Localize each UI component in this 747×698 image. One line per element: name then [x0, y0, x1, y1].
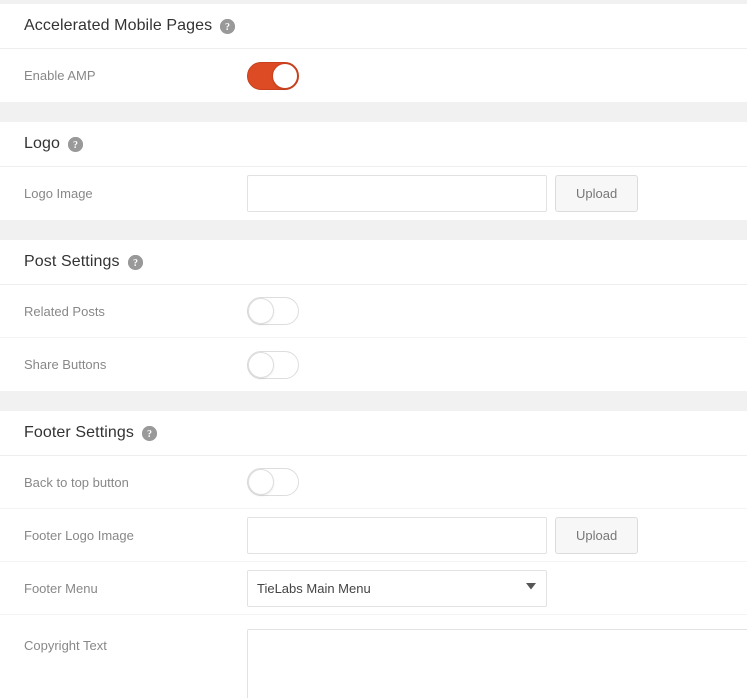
svg-text:?: ?: [133, 258, 138, 269]
label-copyright-text: Copyright Text: [24, 629, 247, 653]
settings-page: Accelerated Mobile Pages ? Enable AMP Lo…: [0, 0, 747, 698]
help-circle-icon[interactable]: ?: [128, 255, 143, 270]
row-footer-logo-image: Footer Logo Image Upload: [0, 509, 747, 562]
section-header-footer-settings: Footer Settings ?: [0, 411, 747, 456]
section-footer-settings: Footer Settings ? Back to top button Foo…: [0, 411, 747, 698]
label-logo-image: Logo Image: [24, 186, 247, 201]
help-circle-icon[interactable]: ?: [68, 137, 83, 152]
label-share-buttons: Share Buttons: [24, 357, 247, 372]
row-enable-amp: Enable AMP: [0, 49, 747, 102]
section-divider-3: [0, 391, 747, 411]
toggle-knob: [272, 63, 298, 89]
section-title-post-settings: Post Settings: [24, 253, 120, 271]
section-header-post-settings: Post Settings ?: [0, 240, 747, 285]
section-title-logo: Logo: [24, 135, 60, 153]
section-post-settings: Post Settings ? Related Posts Share Butt…: [0, 240, 747, 391]
logo-upload-button[interactable]: Upload: [555, 175, 638, 212]
footer-logo-image-input[interactable]: [247, 517, 547, 554]
svg-text:?: ?: [73, 140, 78, 151]
label-footer-menu: Footer Menu: [24, 581, 247, 596]
section-title-amp: Accelerated Mobile Pages: [24, 17, 212, 35]
toggle-related-posts[interactable]: [247, 297, 299, 325]
toggle-knob: [248, 469, 274, 495]
footer-menu-select[interactable]: TieLabs Main Menu: [247, 570, 547, 607]
toggle-enable-amp[interactable]: [247, 62, 299, 90]
label-related-posts: Related Posts: [24, 304, 247, 319]
section-divider-2: [0, 220, 747, 240]
control-share-buttons: [247, 351, 747, 379]
logo-image-input[interactable]: [247, 175, 547, 212]
section-divider-1: [0, 102, 747, 122]
toggle-knob: [248, 298, 274, 324]
help-circle-icon[interactable]: ?: [142, 426, 157, 441]
label-enable-amp: Enable AMP: [24, 68, 247, 83]
toggle-share-buttons[interactable]: [247, 351, 299, 379]
control-copyright-text: [247, 629, 747, 698]
section-title-footer-settings: Footer Settings: [24, 424, 134, 442]
row-share-buttons: Share Buttons: [0, 338, 747, 391]
svg-text:?: ?: [225, 22, 230, 33]
toggle-knob: [248, 352, 274, 378]
control-enable-amp: [247, 62, 747, 90]
footer-logo-upload-button[interactable]: Upload: [555, 517, 638, 554]
label-back-to-top: Back to top button: [24, 475, 247, 490]
section-logo: Logo ? Logo Image Upload: [0, 122, 747, 220]
section-header-logo: Logo ?: [0, 122, 747, 167]
section-accelerated-mobile-pages: Accelerated Mobile Pages ? Enable AMP: [0, 4, 747, 102]
toggle-back-to-top-button[interactable]: [247, 468, 299, 496]
control-back-to-top: [247, 468, 747, 496]
control-footer-menu: TieLabs Main Menu: [247, 570, 747, 607]
control-logo-image: Upload: [247, 175, 747, 212]
help-circle-icon[interactable]: ?: [220, 19, 235, 34]
control-footer-logo-image: Upload: [247, 517, 747, 554]
row-back-to-top: Back to top button: [0, 456, 747, 509]
label-footer-logo-image: Footer Logo Image: [24, 528, 247, 543]
row-related-posts: Related Posts: [0, 285, 747, 338]
copyright-text-textarea[interactable]: [247, 629, 747, 698]
control-related-posts: [247, 297, 747, 325]
row-logo-image: Logo Image Upload: [0, 167, 747, 220]
row-copyright-text: Copyright Text: [0, 615, 747, 698]
footer-menu-select-wrapper: TieLabs Main Menu: [247, 570, 547, 607]
row-footer-menu: Footer Menu TieLabs Main Menu: [0, 562, 747, 615]
footer-menu-selected-value: TieLabs Main Menu: [257, 581, 371, 596]
section-header-amp: Accelerated Mobile Pages ?: [0, 4, 747, 49]
svg-text:?: ?: [147, 429, 152, 440]
